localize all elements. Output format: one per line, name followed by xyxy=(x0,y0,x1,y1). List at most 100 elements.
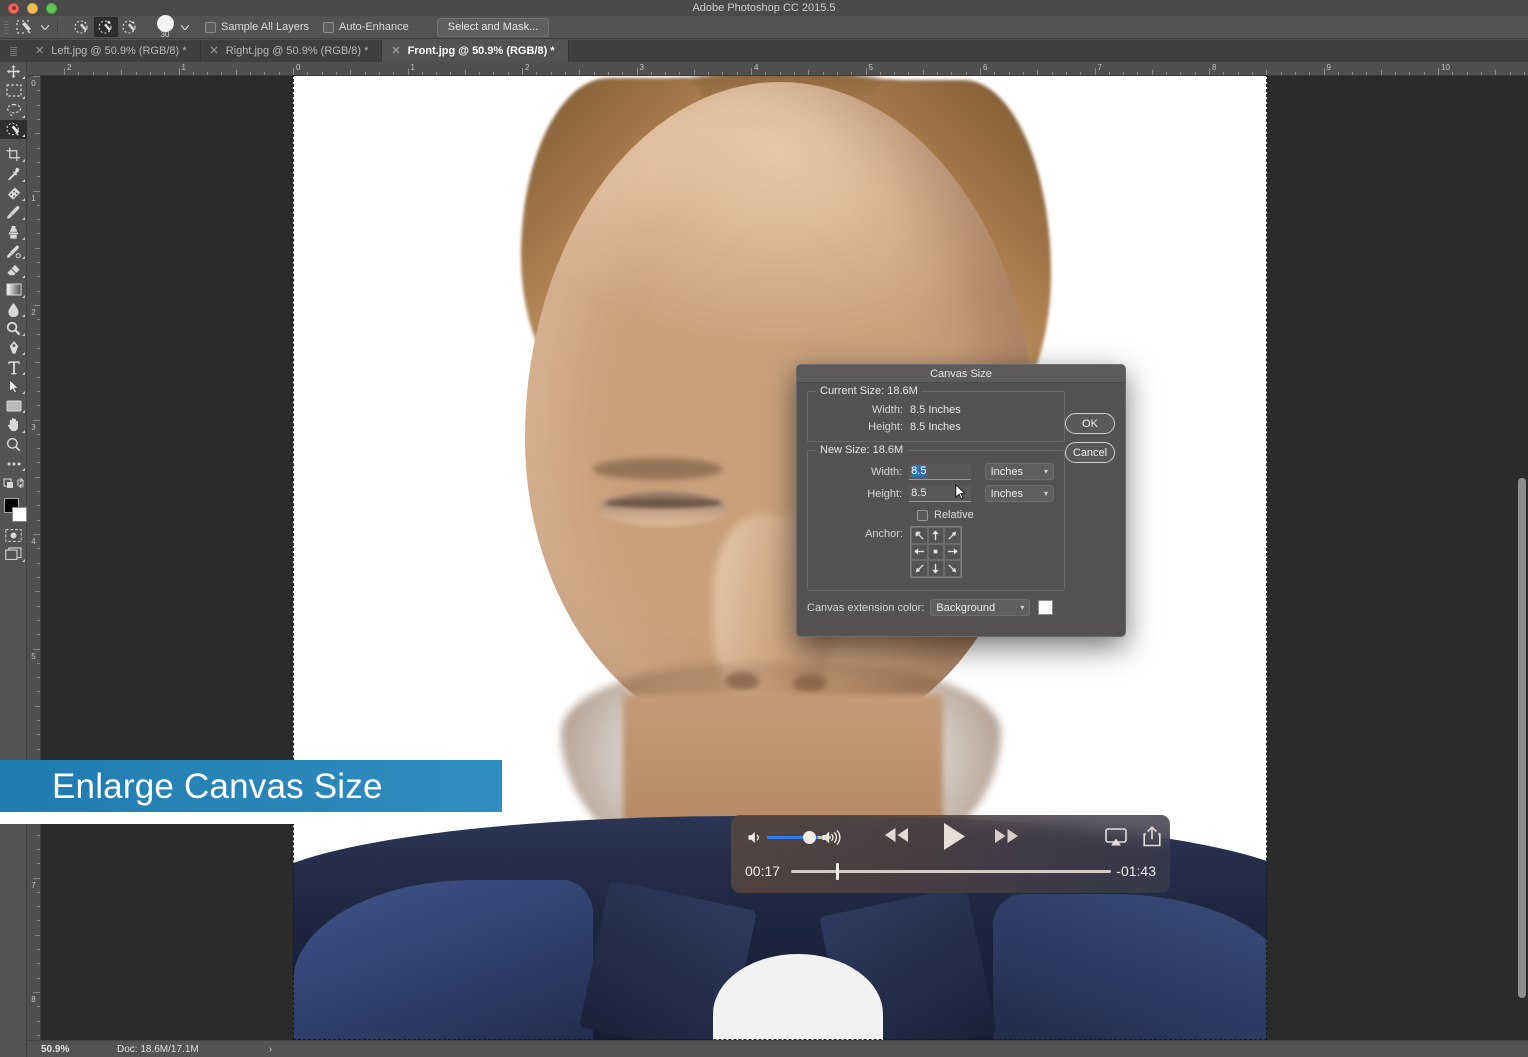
color-swatches[interactable] xyxy=(0,496,27,526)
play-button[interactable] xyxy=(941,821,967,852)
crop-tool[interactable] xyxy=(0,145,27,164)
canvas-extension-color-row: Canvas extension color: Background ▾ xyxy=(807,599,1115,616)
ruler-h-label: 2 xyxy=(525,63,530,72)
anchor-bottom-left[interactable] xyxy=(911,560,928,577)
canvas-extension-color-swatch[interactable] xyxy=(1038,600,1054,615)
tab-left-jpg[interactable]: ✕ Left.jpg @ 50.9% (RGB/8) * xyxy=(26,40,201,62)
anchor-row: Anchor: xyxy=(818,526,1054,578)
anchor-grid[interactable] xyxy=(910,526,962,578)
tab-front-jpg[interactable]: ✕ Front.jpg @ 50.9% (RGB/8) * xyxy=(382,40,569,62)
sample-all-layers-checkbox[interactable]: Sample All Layers xyxy=(205,21,309,33)
ruler-h-label: 3 xyxy=(639,63,644,72)
current-height-row: Height: 8.5 Inches xyxy=(818,421,1054,433)
dodge-tool[interactable] xyxy=(0,319,27,338)
zoom-level[interactable]: 50.9% xyxy=(41,1044,117,1055)
brush-tool[interactable] xyxy=(0,203,27,222)
gradient-tool[interactable] xyxy=(0,280,27,299)
selection-new-icon[interactable] xyxy=(70,17,94,37)
dialog-buttons: OK Cancel xyxy=(1065,413,1115,463)
new-width-input[interactable]: 8.5 xyxy=(909,463,971,480)
document-canvas-area[interactable] xyxy=(41,76,1528,1040)
select-and-mask-button[interactable]: Select and Mask... xyxy=(436,17,550,37)
anchor-middle-left[interactable] xyxy=(911,543,928,561)
close-icon[interactable]: ✕ xyxy=(391,45,400,57)
new-width-row: Width: 8.5 Inches ▾ xyxy=(818,463,1054,480)
anchor-top-right[interactable] xyxy=(944,527,961,544)
selection-subtract-icon[interactable] xyxy=(118,17,142,37)
edit-toolbar-tool[interactable] xyxy=(0,454,27,473)
selection-add-icon[interactable] xyxy=(94,17,118,37)
auto-enhance-label: Auto-Enhance xyxy=(339,21,409,33)
seek-bar-knob[interactable] xyxy=(836,863,839,880)
vertical-scrollbar[interactable] xyxy=(1518,478,1526,998)
brush-options-chevron-down-icon[interactable] xyxy=(178,17,191,38)
history-brush-tool[interactable] xyxy=(0,242,27,261)
ruler-h-label: 7 xyxy=(1097,63,1102,72)
seek-bar[interactable] xyxy=(791,870,1111,873)
close-icon[interactable]: ✕ xyxy=(210,45,219,57)
tab-bar-grip[interactable] xyxy=(0,40,26,62)
vertical-ruler[interactable]: 012345678 xyxy=(27,76,41,1040)
anchor-bottom-right[interactable] xyxy=(944,560,961,577)
new-height-unit-select[interactable]: Inches ▾ xyxy=(984,485,1054,502)
clone-stamp-tool[interactable] xyxy=(0,222,27,241)
anchor-bottom-center[interactable] xyxy=(927,560,945,577)
new-height-value: 8.5 xyxy=(911,487,927,499)
background-color-swatch[interactable] xyxy=(12,506,27,522)
auto-enhance-checkbox[interactable]: Auto-Enhance xyxy=(323,21,409,33)
quick-selection-tool-icon[interactable] xyxy=(12,17,38,38)
close-icon[interactable]: ✕ xyxy=(35,45,44,57)
lasso-tool[interactable] xyxy=(0,101,27,120)
rewind-button[interactable] xyxy=(883,826,910,844)
brush-size-preview[interactable]: 30 xyxy=(152,14,178,39)
volume-low-icon[interactable] xyxy=(747,829,764,846)
horizontal-ruler[interactable]: 2 1 0 1 2 3 4 5 6 7 8 9 10 xyxy=(27,62,1528,76)
fast-forward-button[interactable] xyxy=(993,827,1020,845)
color-swap-row[interactable] xyxy=(0,473,27,492)
type-tool[interactable] xyxy=(0,357,27,376)
cancel-button[interactable]: Cancel xyxy=(1065,442,1115,463)
hand-tool[interactable] xyxy=(0,415,27,434)
zoom-tool[interactable] xyxy=(0,435,27,454)
brush-size-value: 30 xyxy=(160,29,170,39)
blur-tool[interactable] xyxy=(0,300,27,319)
new-width-unit-select[interactable]: Inches ▾ xyxy=(984,463,1054,480)
rectangle-tool[interactable] xyxy=(0,396,27,415)
remaining-time: -01:43 xyxy=(1116,863,1156,879)
ruler-v-label: 3 xyxy=(29,422,38,430)
ruler-h-label: 0 xyxy=(296,63,301,72)
anchor-top-left[interactable] xyxy=(911,527,928,544)
eraser-tool[interactable] xyxy=(0,261,27,280)
anchor-middle-right[interactable] xyxy=(944,543,961,561)
tab-label: Front.jpg @ 50.9% (RGB/8) * xyxy=(407,45,555,57)
status-expand-chevron-icon[interactable]: › xyxy=(269,1044,272,1055)
ruler-h-label: 1 xyxy=(181,63,186,72)
volume-knob[interactable] xyxy=(803,831,816,844)
ok-button[interactable]: OK xyxy=(1065,413,1115,434)
tab-label: Right.jpg @ 50.9% (RGB/8) * xyxy=(225,45,369,57)
video-player-controls: 00:17 -01:43 xyxy=(731,815,1170,893)
quick-mask-mode-button[interactable] xyxy=(0,526,27,545)
tab-right-jpg[interactable]: ✕ Right.jpg @ 50.9% (RGB/8) * xyxy=(201,40,383,62)
ruler-h-label: 8 xyxy=(1212,63,1217,72)
canvas-extension-color-select[interactable]: Background ▾ xyxy=(930,599,1031,616)
quick-selection-tool[interactable] xyxy=(0,119,27,140)
new-width-value: 8.5 xyxy=(911,465,927,477)
spot-healing-brush-tool[interactable] xyxy=(0,184,27,203)
anchor-top-center[interactable] xyxy=(927,527,945,544)
options-bar-grip[interactable] xyxy=(2,18,12,36)
move-tool[interactable] xyxy=(0,62,27,81)
pen-tool[interactable] xyxy=(0,338,27,357)
anchor-center[interactable] xyxy=(927,543,945,561)
share-button[interactable] xyxy=(1143,826,1161,847)
path-selection-tool[interactable] xyxy=(0,377,27,396)
eyedropper-tool[interactable] xyxy=(0,164,27,183)
mouse-cursor xyxy=(955,484,966,500)
airplay-button[interactable] xyxy=(1105,828,1127,847)
tool-preset-chevron-down-icon[interactable] xyxy=(38,17,51,38)
sample-all-layers-label: Sample All Layers xyxy=(221,21,310,33)
rectangular-marquee-tool[interactable] xyxy=(0,81,27,100)
relative-checkbox[interactable]: Relative xyxy=(917,509,1054,521)
screen-mode-button[interactable] xyxy=(0,545,27,564)
volume-high-icon[interactable] xyxy=(821,828,843,847)
